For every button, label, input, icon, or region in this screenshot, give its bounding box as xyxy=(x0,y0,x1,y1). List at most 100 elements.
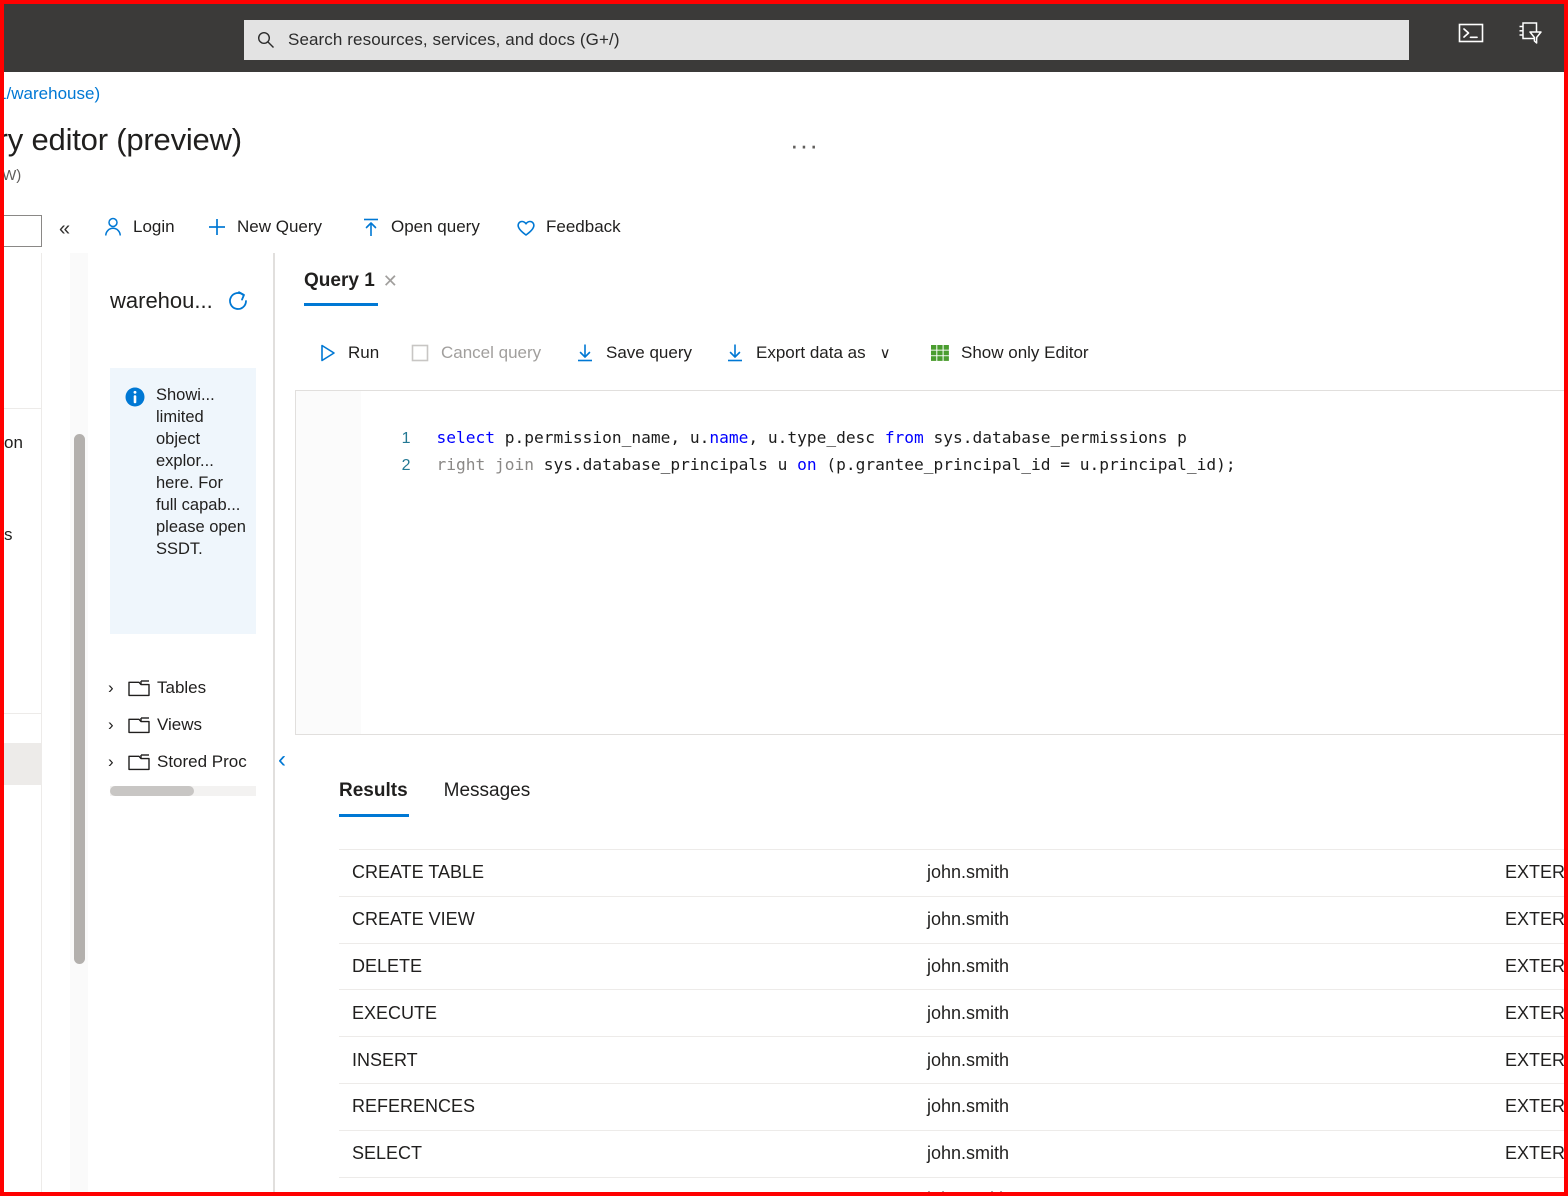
breadcrumb[interactable]: ehouse (prodsqldw01/warehouse) xyxy=(4,84,100,104)
table-row[interactable]: REFERENCES john.smith EXTERN xyxy=(339,1082,1564,1130)
save-query-label: Save query xyxy=(606,343,692,362)
chevron-down-icon[interactable]: ∨ xyxy=(880,344,891,362)
login-label: Login xyxy=(133,217,175,236)
table-row[interactable]: CREATE VIEW john.smith EXTERN xyxy=(339,895,1566,943)
sql-editor[interactable]: 1 select p.permission_name, u.name, u.typ… xyxy=(295,390,1564,735)
table-row[interactable]: CREATE TABLE john.smith EXTERN xyxy=(339,849,1566,896)
cell-permission-name: SELECT xyxy=(352,1189,422,1192)
login-button[interactable]: Login xyxy=(102,216,175,238)
header-icon-group xyxy=(1456,18,1546,48)
nav-scrollbar-thumb[interactable] xyxy=(74,434,85,964)
cell-name: john.smith xyxy=(927,909,1010,930)
grid-icon xyxy=(931,345,949,361)
folder-icon xyxy=(128,680,150,697)
object-explorer-panel: warehou... Showi... limited object explo… xyxy=(92,253,274,1192)
global-search-placeholder: Search resources, services, and docs (G+… xyxy=(288,30,620,49)
page-title-section: Query editor (preview) xyxy=(0,122,242,157)
results-table: CREATE TABLE john.smith EXTERN CREATE VIEW j… xyxy=(339,849,1566,1192)
editor-line-1: 1 select p.permission_name, u.name, u.typ… xyxy=(296,397,1187,447)
page-title: rodsqldw01/warehouse) | Query editor (pr… xyxy=(0,122,242,158)
export-data-as-button[interactable]: Export data as ∨ xyxy=(724,342,891,364)
table-row[interactable]: SELECT john.smith EXTERN xyxy=(339,1129,1566,1177)
panel-collapse-button[interactable]: ‹ xyxy=(278,746,286,774)
cell-permission-name: INSERT xyxy=(352,1049,418,1070)
table-row[interactable]: EXECUTE john.smith EXTERN xyxy=(339,989,1564,1036)
cell-permission-name: EXECUTE xyxy=(352,1002,438,1023)
global-search-input[interactable]: Search resources, services, and docs (G+… xyxy=(244,20,1409,60)
tab-results[interactable]: Results xyxy=(339,780,408,802)
close-icon[interactable]: ✕ xyxy=(383,272,398,290)
cloud-shell-terminal-icon[interactable] xyxy=(1456,18,1486,48)
open-query-button[interactable]: Open query xyxy=(360,216,480,238)
page-more-menu-button[interactable]: ··· xyxy=(790,130,819,161)
show-only-editor-button[interactable]: Show only Editor xyxy=(929,342,1089,364)
tab-active-indicator xyxy=(304,303,378,306)
sidebar-search-input[interactable] xyxy=(4,215,42,247)
editor-line-2-text: right join sys.database_principals u on … xyxy=(436,455,1236,474)
save-query-button[interactable]: Save query xyxy=(574,342,692,364)
cell-type-desc: EXTERN xyxy=(1505,1049,1566,1070)
folder-icon xyxy=(128,717,150,734)
plus-icon xyxy=(209,219,225,235)
cell-type-desc: EXTERN xyxy=(1505,1189,1564,1192)
sidebar-collapse-button[interactable]: « xyxy=(59,218,70,241)
cell-permission-name: SELECT xyxy=(352,1143,423,1164)
object-explorer-header: warehou... xyxy=(110,288,251,314)
chevron-right-icon: › xyxy=(108,678,114,697)
nav-item-fragment-2[interactable]: s xyxy=(4,525,13,545)
cell-permission-name: CREATE TABLE xyxy=(352,862,485,883)
cell-name: john.smith xyxy=(927,862,1010,883)
play-triangle-icon xyxy=(321,344,335,362)
tree-node-stored-procedures[interactable]: › Stored Proc xyxy=(108,752,247,772)
run-label: Run xyxy=(348,343,380,362)
cell-permission-name: REFERENCES xyxy=(352,1096,476,1117)
cell-type-desc: EXTERN xyxy=(1505,862,1566,883)
new-query-button[interactable]: New Query xyxy=(206,216,322,238)
tree-node-tables-label: Tables xyxy=(157,678,207,697)
object-explorer-hscrollbar-thumb[interactable] xyxy=(110,786,194,796)
azure-portal-window: Search resources, services, and docs (G+… xyxy=(0,0,1568,1196)
editor-line-2: 2 right join sys.database_principals u on… xyxy=(296,424,1236,474)
nav-item-fragment-1[interactable]: on xyxy=(4,433,23,453)
table-row[interactable]: SELECT john.smith EXTERN xyxy=(339,1176,1564,1192)
table-row[interactable]: DELETE john.smith EXTERN xyxy=(339,942,1566,990)
results-tab-strip: Results Messages xyxy=(339,780,530,802)
panel-splitter xyxy=(274,253,275,1192)
feedback-button[interactable]: Feedback xyxy=(515,216,621,238)
person-icon xyxy=(105,217,121,236)
tree-node-views[interactable]: › Views xyxy=(108,715,202,735)
nav-divider xyxy=(4,713,41,714)
new-query-label: New Query xyxy=(237,217,323,236)
nav-item-selected[interactable] xyxy=(4,743,41,785)
folder-icon xyxy=(128,754,150,771)
run-button[interactable]: Run xyxy=(316,342,379,364)
download-arrow-icon xyxy=(728,344,742,362)
cell-type-desc: EXTERN xyxy=(1505,1143,1566,1164)
tab-query-1[interactable]: Query 1 ✕ xyxy=(304,270,398,292)
azure-top-header: Search resources, services, and docs (G+… xyxy=(4,4,1564,72)
tree-node-views-label: Views xyxy=(157,715,203,734)
heart-icon xyxy=(517,220,535,236)
results-tab-active-indicator xyxy=(339,814,409,817)
table-row[interactable]: INSERT john.smith EXTERN xyxy=(339,1036,1566,1083)
refresh-icon[interactable] xyxy=(225,288,251,314)
cell-name: john.smith xyxy=(927,1002,1010,1023)
tab-messages[interactable]: Messages xyxy=(444,780,531,802)
cancel-query-button[interactable]: Cancel query xyxy=(409,342,541,364)
show-only-editor-label: Show only Editor xyxy=(961,343,1089,362)
cell-name: john.smith xyxy=(927,1189,1009,1192)
chevron-right-icon: › xyxy=(108,715,114,734)
directory-filter-icon[interactable] xyxy=(1516,18,1546,48)
object-explorer-title: warehou... xyxy=(110,288,213,313)
download-arrow-icon xyxy=(578,344,592,362)
cell-type-desc: EXTERN xyxy=(1505,909,1566,930)
cell-type-desc: EXTERN xyxy=(1505,955,1566,976)
tree-node-tables[interactable]: › Tables xyxy=(108,678,206,698)
cell-name: john.smith xyxy=(927,955,1010,976)
resource-menu-partial: on s xyxy=(4,253,42,1192)
line-number: 2 xyxy=(401,457,411,474)
cell-name: john.smith xyxy=(927,1049,1010,1070)
object-explorer-info-text: Showi... limited object explor... here. … xyxy=(156,386,246,558)
info-icon xyxy=(125,387,145,407)
cell-permission-name: CREATE VIEW xyxy=(352,909,475,930)
